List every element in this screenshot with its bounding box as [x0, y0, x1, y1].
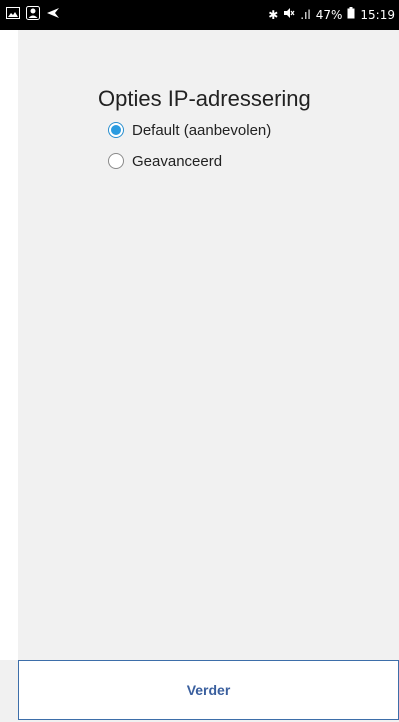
- next-button-label: Verder: [186, 682, 231, 698]
- signal-icon: .ıl: [300, 8, 311, 22]
- send-icon: [46, 7, 60, 23]
- status-bar: ✱ .ıl 47% 15:19: [0, 0, 399, 30]
- next-button[interactable]: Verder: [18, 660, 399, 720]
- battery-percentage: 47%: [315, 8, 343, 22]
- status-left-icons: [6, 6, 60, 24]
- status-right-icons: ✱ .ıl 47% 15:19: [268, 7, 395, 23]
- battery-icon: [347, 7, 355, 23]
- mute-icon: [283, 7, 295, 23]
- radio-advanced[interactable]: [108, 153, 124, 169]
- option-default-label: Default (aanbevolen): [132, 121, 272, 139]
- ip-options-panel: Opties IP-adressering Default (aanbevole…: [18, 30, 399, 660]
- footer: Verder: [0, 660, 399, 722]
- page-title: Opties IP-adressering: [98, 86, 311, 111]
- contact-icon: [26, 6, 40, 24]
- status-time: 15:19: [360, 8, 395, 22]
- option-default[interactable]: Default (aanbevolen): [108, 120, 271, 140]
- image-icon: [6, 7, 20, 23]
- app-screen: ✱ .ıl 47% 15:19 Opties IP-adressering De…: [0, 0, 399, 722]
- bluetooth-icon: ✱: [268, 8, 279, 22]
- option-advanced-label: Geavanceerd: [132, 152, 223, 170]
- option-advanced[interactable]: Geavanceerd: [108, 151, 222, 171]
- radio-default[interactable]: [108, 122, 124, 138]
